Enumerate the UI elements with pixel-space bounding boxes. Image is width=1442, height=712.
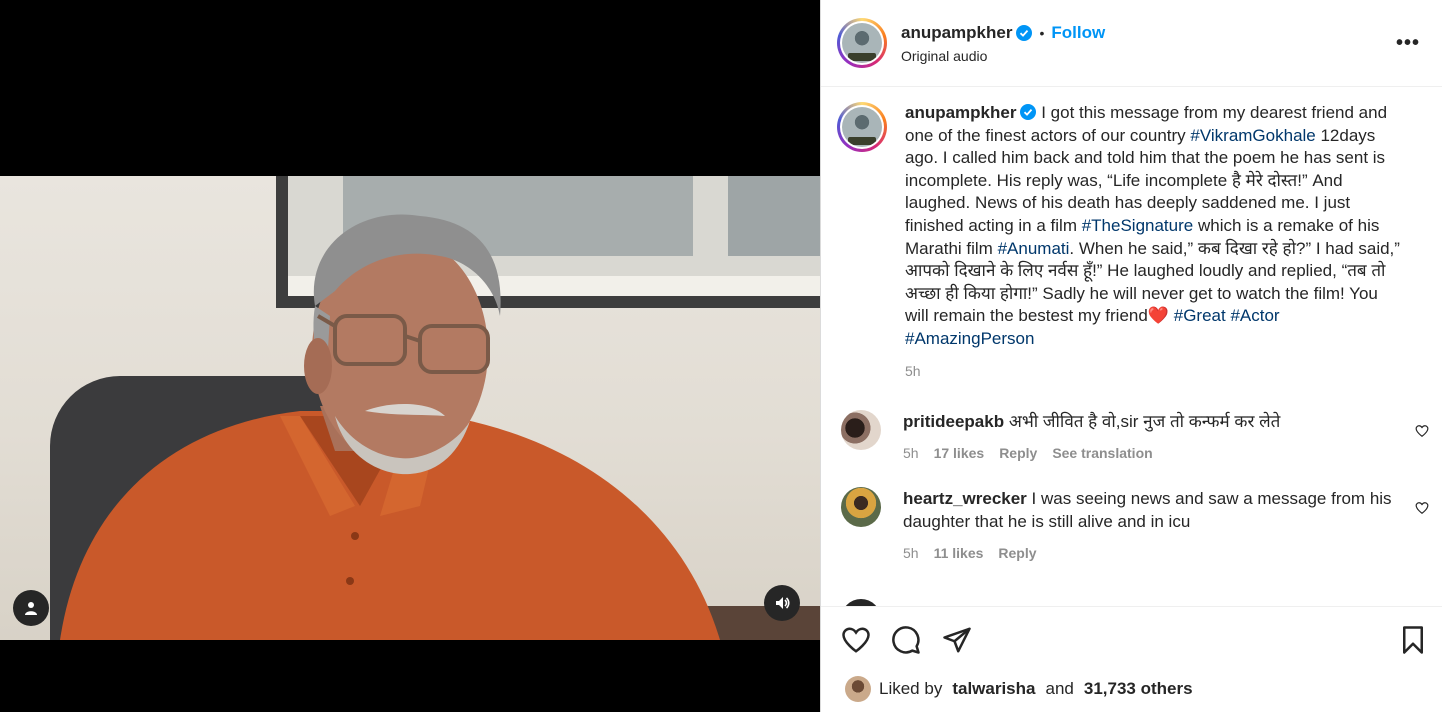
man-in-video — [60, 214, 720, 640]
likes-and: and — [1045, 679, 1074, 698]
more-options-button[interactable]: ••• — [1396, 32, 1420, 55]
liked-by-prefix: Liked by — [879, 679, 943, 698]
hashtag-link[interactable]: #TheSignature — [1082, 216, 1194, 235]
caption-username[interactable]: anupampkher — [905, 103, 1016, 122]
original-audio-link[interactable]: Original audio — [901, 48, 1105, 64]
hashtag-link[interactable]: #AmazingPerson — [905, 329, 1034, 348]
like-comment-heart-icon[interactable] — [1415, 424, 1429, 438]
user-tag-icon — [25, 602, 37, 615]
likes-summary: Liked by talwarisha and 31,733 others — [845, 676, 1193, 702]
reply-button[interactable]: Reply — [998, 542, 1036, 565]
heart-emoji: ❤️ — [1147, 306, 1169, 326]
bookmark-icon[interactable] — [1398, 625, 1428, 655]
comment-likes[interactable]: 17 likes — [934, 442, 985, 465]
liker-username[interactable]: talwarisha — [952, 679, 1035, 699]
share-icon[interactable] — [942, 625, 972, 655]
liker-avatar[interactable] — [845, 676, 871, 702]
volume-icon — [776, 597, 790, 609]
caption-time: 5h — [905, 362, 921, 379]
volume-button[interactable] — [764, 585, 800, 621]
follow-button[interactable]: Follow — [1051, 23, 1105, 43]
post-header: anupampkher • Follow Original audio ••• — [821, 0, 1442, 87]
reply-button[interactable]: Reply — [999, 442, 1037, 465]
video-frame[interactable] — [0, 176, 820, 640]
commenter-avatar[interactable] — [841, 487, 881, 528]
author-username[interactable]: anupampkher — [901, 23, 1012, 43]
hashtag-link[interactable]: #Actor — [1230, 306, 1279, 325]
caption-text: anupampkher I got this message from my d… — [905, 102, 1405, 351]
next-comment-avatar-partial — [841, 599, 881, 606]
separator-dot: • — [1039, 24, 1045, 41]
hashtag-link[interactable]: #VikramGokhale — [1190, 126, 1315, 145]
verified-icon — [1020, 104, 1037, 120]
caption: anupampkher I got this message from my d… — [821, 88, 1442, 382]
caption-author-avatar[interactable] — [837, 102, 887, 152]
comment-text: अभी जीवित है वो,sir नुज तो कन्फर्म कर ले… — [1008, 412, 1281, 432]
user-tag-button[interactable] — [13, 590, 49, 626]
action-bar — [821, 606, 1442, 672]
commenter-username[interactable]: heartz_wrecker — [903, 489, 1027, 508]
commenter-username[interactable]: pritideepakb — [903, 412, 1004, 431]
heart-icon[interactable] — [841, 625, 871, 655]
verified-icon — [1016, 24, 1033, 41]
commenter-avatar[interactable] — [841, 410, 881, 451]
video-player[interactable] — [0, 0, 820, 712]
author-avatar[interactable] — [837, 18, 887, 68]
comment-time: 5h — [903, 445, 919, 462]
likes-others-count[interactable]: 31,733 others — [1084, 679, 1193, 699]
reel-viewer: anupampkher • Follow Original audio ••• — [0, 0, 1442, 712]
comment-item: pritideepakb अभी जीवित है वो,sir नुज तो … — [821, 410, 1442, 465]
comment-time: 5h — [903, 545, 919, 562]
more-icon: ••• — [1395, 32, 1420, 54]
hashtag-link[interactable]: #Anumati — [998, 239, 1070, 258]
see-translation-button[interactable]: See translation — [1052, 442, 1152, 465]
comment-icon[interactable] — [891, 625, 921, 655]
post-panel: anupampkher • Follow Original audio ••• — [820, 0, 1442, 712]
comment-likes[interactable]: 11 likes — [934, 542, 984, 565]
like-comment-heart-icon[interactable] — [1415, 501, 1429, 515]
comments-scroll-area[interactable]: anupampkher I got this message from my d… — [821, 88, 1442, 606]
comment-item: heartz_wrecker I was seeing news and saw… — [821, 487, 1442, 565]
hashtag-link[interactable]: #Great — [1174, 306, 1226, 325]
